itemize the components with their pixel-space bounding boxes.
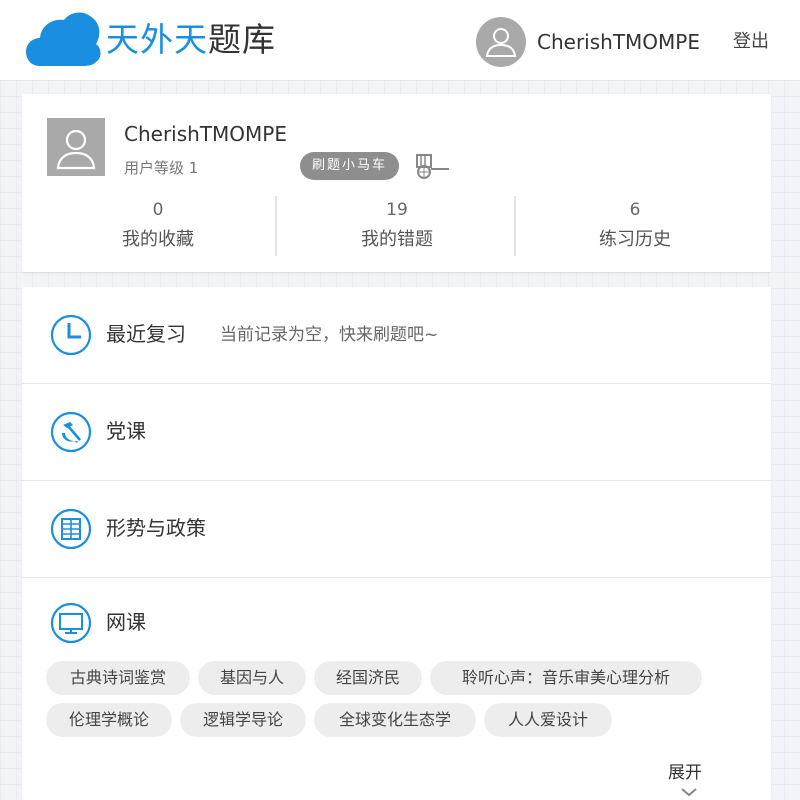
menu-row-policy[interactable]: 形势与政策: [22, 481, 771, 577]
stat-history[interactable]: 6 练习历史: [520, 198, 750, 254]
site-title[interactable]: 天外天题库: [106, 18, 276, 62]
menu-label-policy: 形势与政策: [106, 516, 206, 540]
course-tag[interactable]: 逻辑学导论: [180, 703, 306, 737]
profile-card: CherishTMOMPE 用户等级 1 刷题小马车 0 我的收藏 19 我的错…: [22, 94, 771, 272]
chevron-down-icon[interactable]: [680, 787, 698, 797]
course-tag[interactable]: 聆听心声：音乐审美心理分析: [430, 661, 702, 695]
expand-button[interactable]: 展开: [668, 761, 702, 785]
course-tag[interactable]: 经国济民: [314, 661, 422, 695]
course-tag[interactable]: 全球变化生态学: [314, 703, 476, 737]
stat-mistakes-value: 19: [386, 200, 408, 220]
stat-favorites-label: 我的收藏: [122, 229, 194, 250]
profile-avatar[interactable]: [47, 118, 105, 176]
menu-row-online[interactable]: 网课: [22, 575, 771, 671]
menu-label-recent: 最近复习: [106, 322, 186, 346]
stat-favorites-value: 0: [152, 200, 164, 220]
site-title-part1: 天外天: [106, 20, 208, 59]
header-username[interactable]: CherishTMOMPE: [537, 28, 700, 56]
recent-empty-hint: 当前记录为空，快来刷题吧~: [220, 325, 439, 345]
user-level: 用户等级 1: [124, 159, 199, 177]
stat-history-value: 6: [629, 200, 641, 220]
profile-username: CherishTMOMPE: [124, 122, 287, 146]
clock-icon: [50, 314, 92, 356]
logout-button[interactable]: 登出: [733, 29, 769, 55]
user-icon: [56, 129, 96, 170]
stat-favorites[interactable]: 0 我的收藏: [43, 198, 273, 254]
stat-divider: [275, 196, 277, 256]
user-title-badge: 刷题小马车: [300, 152, 400, 180]
monitor-icon: [50, 602, 92, 644]
course-tag[interactable]: 伦理学概论: [46, 703, 172, 737]
menu-label-party: 党课: [106, 419, 146, 443]
carriage-icon: [416, 154, 449, 179]
document-grid-icon: [50, 508, 92, 550]
stat-history-label: 练习历史: [599, 229, 671, 250]
stat-mistakes-label: 我的错题: [361, 229, 433, 250]
stat-divider: [514, 196, 516, 256]
menu-row-recent[interactable]: 最近复习 当前记录为空，快来刷题吧~: [22, 287, 771, 383]
course-tag[interactable]: 基因与人: [198, 661, 306, 695]
site-title-part2: 题库: [208, 20, 276, 59]
stat-mistakes[interactable]: 19 我的错题: [282, 198, 512, 254]
menu-row-party[interactable]: 党课: [22, 384, 771, 480]
cloud-icon[interactable]: [24, 6, 104, 72]
course-tag[interactable]: 古典诗词鉴赏: [46, 661, 190, 695]
menu-card: 最近复习 当前记录为空，快来刷题吧~ 党课 形势与政策 网课 古典诗词鉴赏 基因…: [22, 287, 771, 800]
menu-label-online: 网课: [106, 610, 146, 634]
top-header: 天外天题库 CherishTMOMPE 登出: [0, 0, 800, 81]
course-tag[interactable]: 人人爱设计: [484, 703, 612, 737]
user-icon: [485, 28, 517, 57]
hammer-sickle-icon: [50, 411, 92, 453]
header-avatar[interactable]: [476, 17, 526, 67]
